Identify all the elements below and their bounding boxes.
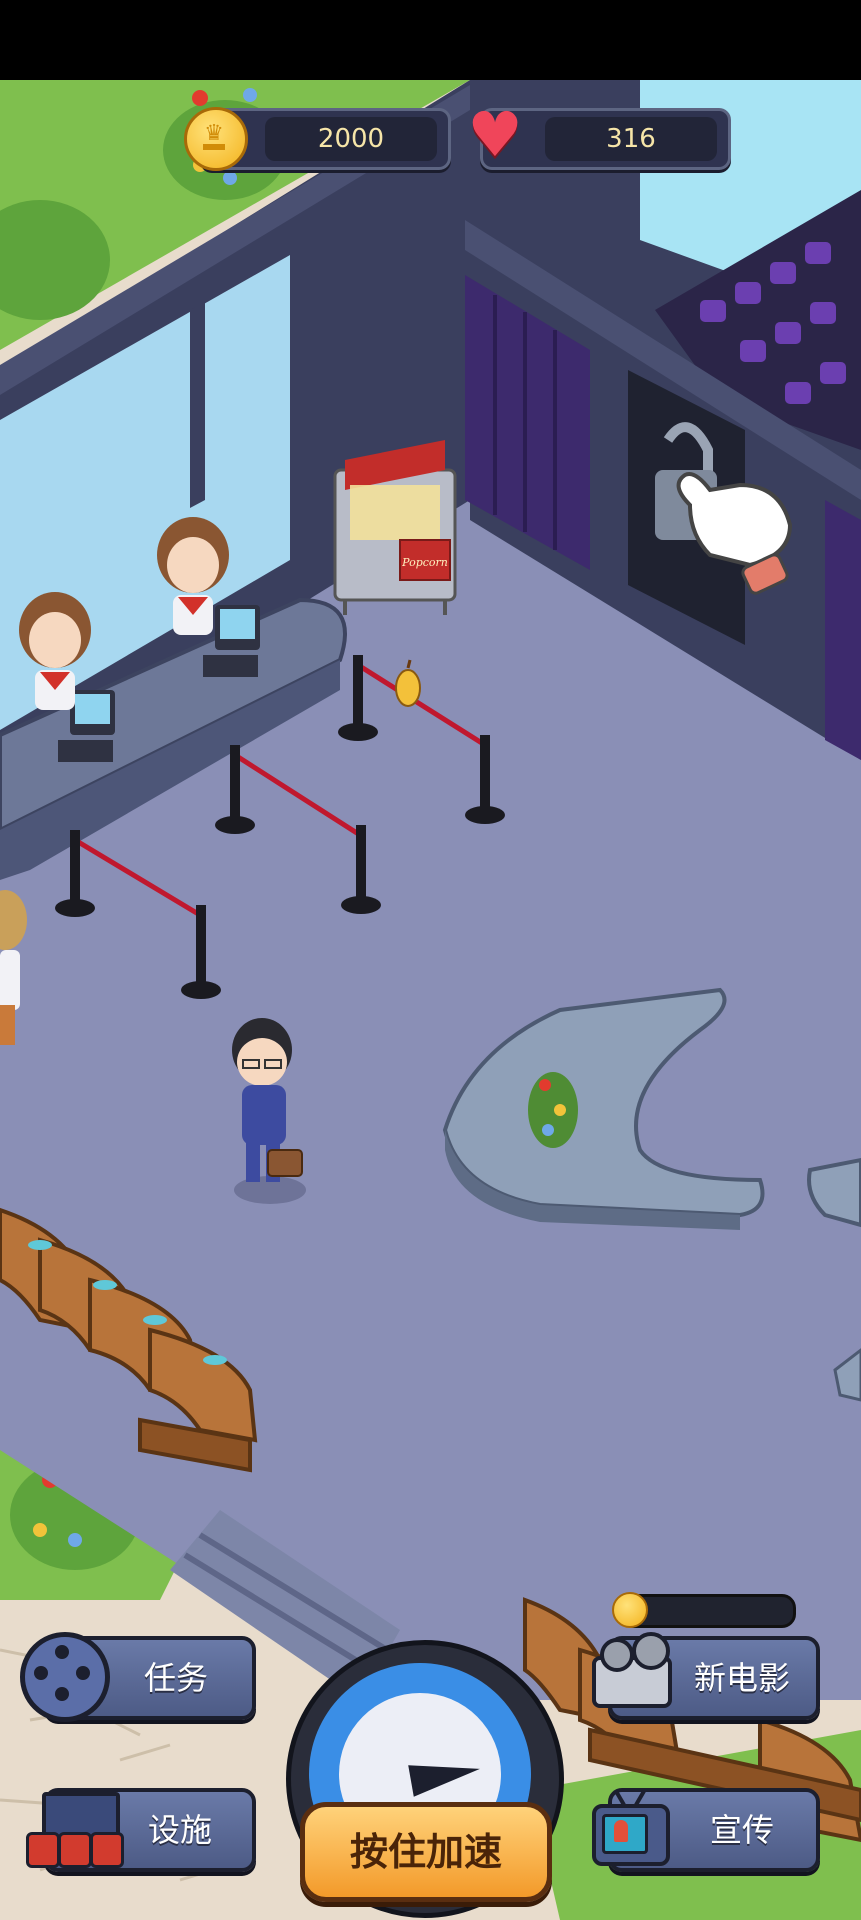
film-reel-icon [20, 1632, 110, 1722]
progress-coin-icon [612, 1592, 648, 1628]
heart-icon: ♥ [467, 98, 523, 171]
tv-icon [588, 1790, 674, 1866]
heart-value: 316 [545, 117, 717, 161]
hold-to-speed-button[interactable]: 按住加速 [300, 1802, 552, 1902]
popcorn-machine[interactable]: Popcorn [333, 440, 457, 615]
coin-icon: ♛ [184, 107, 248, 171]
window-divider [190, 302, 205, 508]
coin-value: 2000 [265, 117, 437, 161]
popcorn-sign-text: Popcorn [401, 556, 448, 569]
facilities-label: 设施 [148, 1811, 213, 1849]
new-movie-label: 新电影 [694, 1659, 791, 1697]
projector-icon [586, 1630, 676, 1710]
game-scene[interactable]: Popcorn [0, 0, 861, 1920]
curtain-right [825, 500, 861, 760]
bench-flower-pot [528, 1072, 578, 1148]
cinema-seats-icon [26, 1792, 126, 1868]
top-black-bar [0, 0, 861, 80]
promote-label: 宣传 [710, 1811, 775, 1849]
tasks-label: 任务 [144, 1659, 209, 1697]
